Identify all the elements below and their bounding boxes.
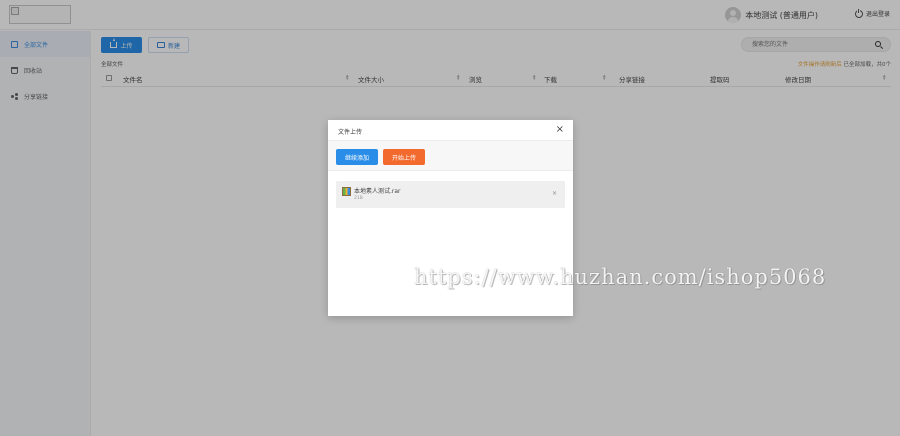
remove-file-icon[interactable]: × (552, 190, 557, 197)
dialog-header: 文件上传 × (328, 120, 573, 141)
file-size: 21B (354, 196, 363, 201)
watermark-text: https://www.huzhan.com/ishop5068 (414, 265, 827, 289)
start-upload-button[interactable]: 开始上传 (383, 149, 425, 165)
upload-file-item: 本地素人测试.rar 21B × (336, 181, 565, 208)
dialog-title: 文件上传 (338, 129, 363, 136)
dialog-toolbar: 继续添加 开始上传 (328, 141, 573, 171)
close-icon[interactable]: × (556, 125, 564, 135)
file-name: 本地素人测试.rar (354, 188, 401, 195)
continue-add-button[interactable]: 继续添加 (336, 149, 378, 165)
rar-file-icon (342, 187, 351, 196)
